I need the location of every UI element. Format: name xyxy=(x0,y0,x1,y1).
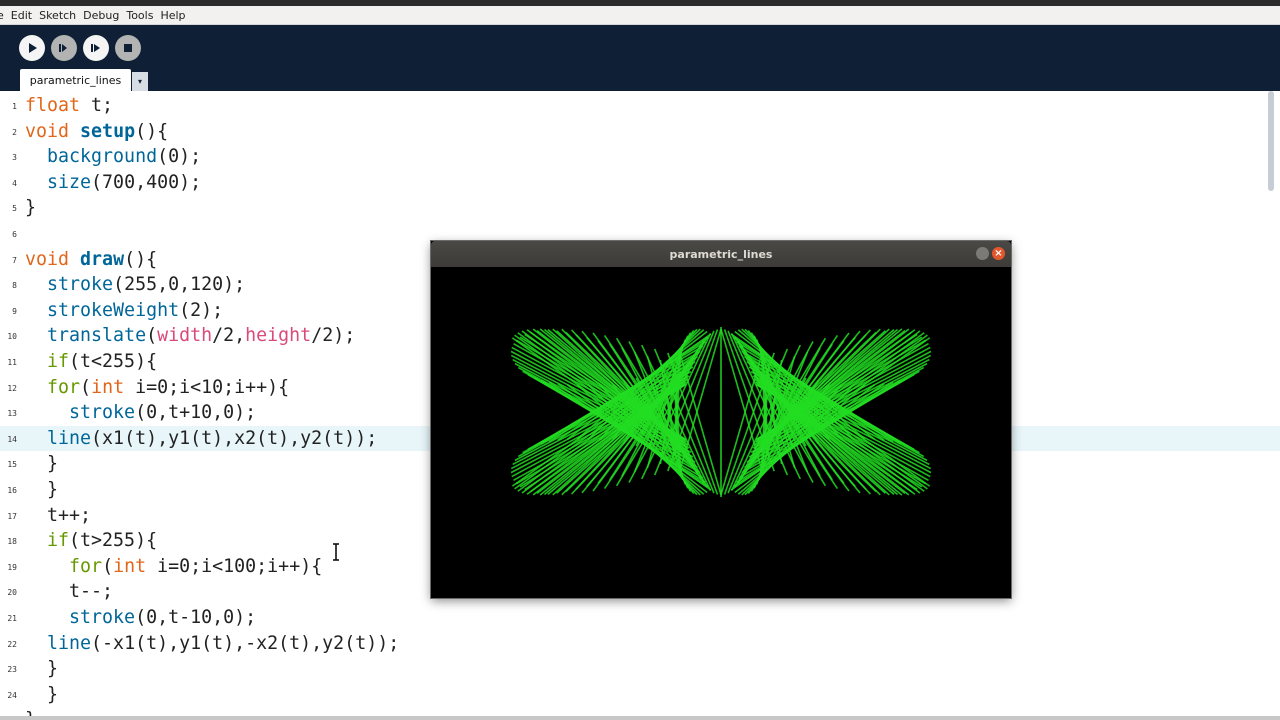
sketch-canvas xyxy=(431,267,1011,598)
step-icon xyxy=(59,44,67,52)
line-number: 19 xyxy=(7,562,17,572)
tab-menu-button[interactable]: ▾ xyxy=(132,72,148,91)
minimize-icon[interactable] xyxy=(976,247,989,260)
code-text: for(int i=0;i<10;i++){ xyxy=(47,376,290,398)
line-number: 11 xyxy=(7,358,17,367)
code-text: strokeWeight(2); xyxy=(47,299,224,321)
menu-help[interactable]: Help xyxy=(157,9,189,22)
continue-icon xyxy=(91,44,100,52)
line-number: 2 xyxy=(12,127,17,137)
code-text: background(0); xyxy=(47,146,202,168)
code-text: line(x1(t),y1(t),x2(t),y2(t)); xyxy=(47,427,378,449)
menu-sketch[interactable]: Sketch xyxy=(36,9,80,22)
code-text: } xyxy=(25,453,59,475)
code-text: } xyxy=(25,658,59,680)
menu-file[interactable]: e xyxy=(0,9,8,22)
menu-bar: e Edit Sketch Debug Tools Help xyxy=(0,6,1280,25)
line-number: 23 xyxy=(7,665,17,675)
code-line[interactable]: 23 } xyxy=(0,656,1280,681)
sketch-window-title[interactable]: parametric_lines xyxy=(431,241,1011,267)
line-number: 16 xyxy=(7,486,17,495)
code-line[interactable]: 22 line(-x1(t),y1(t),-x2(t),y2(t)); xyxy=(0,631,1280,656)
code-text: stroke(0,t-10,0); xyxy=(69,607,257,628)
stop-icon xyxy=(124,44,132,52)
line-number: 9 xyxy=(12,306,17,316)
code-text: stroke(0,t+10,0); xyxy=(69,402,257,424)
code-text: size(700,400); xyxy=(47,171,202,193)
status-strip xyxy=(0,716,1280,720)
continue-button[interactable] xyxy=(83,35,109,61)
line-number: 24 xyxy=(7,690,17,700)
line-number: 18 xyxy=(7,537,17,547)
code-line[interactable]: 4 size(700,400); xyxy=(0,170,1280,195)
line-number: 3 xyxy=(12,153,17,163)
line-number: 6 xyxy=(12,230,17,239)
code-line[interactable]: 24 } xyxy=(0,682,1280,707)
line-number: 12 xyxy=(7,383,17,393)
code-text: } xyxy=(25,683,59,705)
step-button[interactable] xyxy=(51,35,77,61)
menu-debug[interactable]: Debug xyxy=(80,9,123,22)
text-cursor-icon xyxy=(331,542,341,562)
line-number: 14 xyxy=(7,434,17,444)
toolbar: parametric_lines ▾ xyxy=(0,25,1280,91)
code-text: t--; xyxy=(25,581,114,603)
code-text: void setup(){ xyxy=(25,120,169,142)
close-icon[interactable]: × xyxy=(992,247,1005,260)
line-number: 7 xyxy=(12,255,17,265)
code-text: void draw(){ xyxy=(25,248,158,270)
line-number: 4 xyxy=(12,178,17,188)
code-line[interactable]: 5} xyxy=(0,195,1280,220)
code-text: if(t<255){ xyxy=(47,351,158,372)
line-number: 8 xyxy=(12,281,17,291)
line-number: 13 xyxy=(7,409,17,419)
line-number: 22 xyxy=(7,639,17,649)
code-text: line(-x1(t),y1(t),-x2(t),y2(t)); xyxy=(47,632,400,654)
code-text: if(t>255){ xyxy=(47,530,158,552)
line-number: 10 xyxy=(7,332,17,342)
code-text: stroke(255,0,120); xyxy=(47,274,246,296)
line-number: 20 xyxy=(7,588,17,598)
tab-row: parametric_lines ▾ xyxy=(0,69,1280,91)
line-number: 21 xyxy=(7,614,17,623)
stop-button[interactable] xyxy=(115,35,141,61)
line-number: 17 xyxy=(7,511,17,521)
code-text: } xyxy=(25,197,37,219)
code-text: translate(width/2,height/2); xyxy=(47,325,356,347)
line-number: 5 xyxy=(12,204,17,214)
tab-parametric-lines[interactable]: parametric_lines xyxy=(20,69,131,91)
menu-edit[interactable]: Edit xyxy=(8,9,36,22)
run-button[interactable] xyxy=(19,35,45,61)
code-line[interactable]: 2 void setup(){ xyxy=(0,119,1280,144)
parametric-lines-drawing xyxy=(510,327,932,497)
code-text: float t; xyxy=(25,95,114,116)
code-line[interactable]: 3 background(0); xyxy=(0,144,1280,169)
play-icon xyxy=(29,43,37,53)
sketch-window[interactable]: parametric_lines × xyxy=(431,241,1011,598)
code-text: } xyxy=(25,479,59,500)
code-line[interactable]: 1 float t; xyxy=(0,93,1280,118)
menu-tools[interactable]: Tools xyxy=(123,9,157,22)
code-line[interactable]: 21 stroke(0,t-10,0); xyxy=(0,605,1280,630)
line-number: 1 xyxy=(12,102,17,111)
line-number: 15 xyxy=(7,460,17,470)
code-text: for(int i=0;i<100;i++){ xyxy=(69,555,323,577)
code-text: t++; xyxy=(25,504,92,526)
